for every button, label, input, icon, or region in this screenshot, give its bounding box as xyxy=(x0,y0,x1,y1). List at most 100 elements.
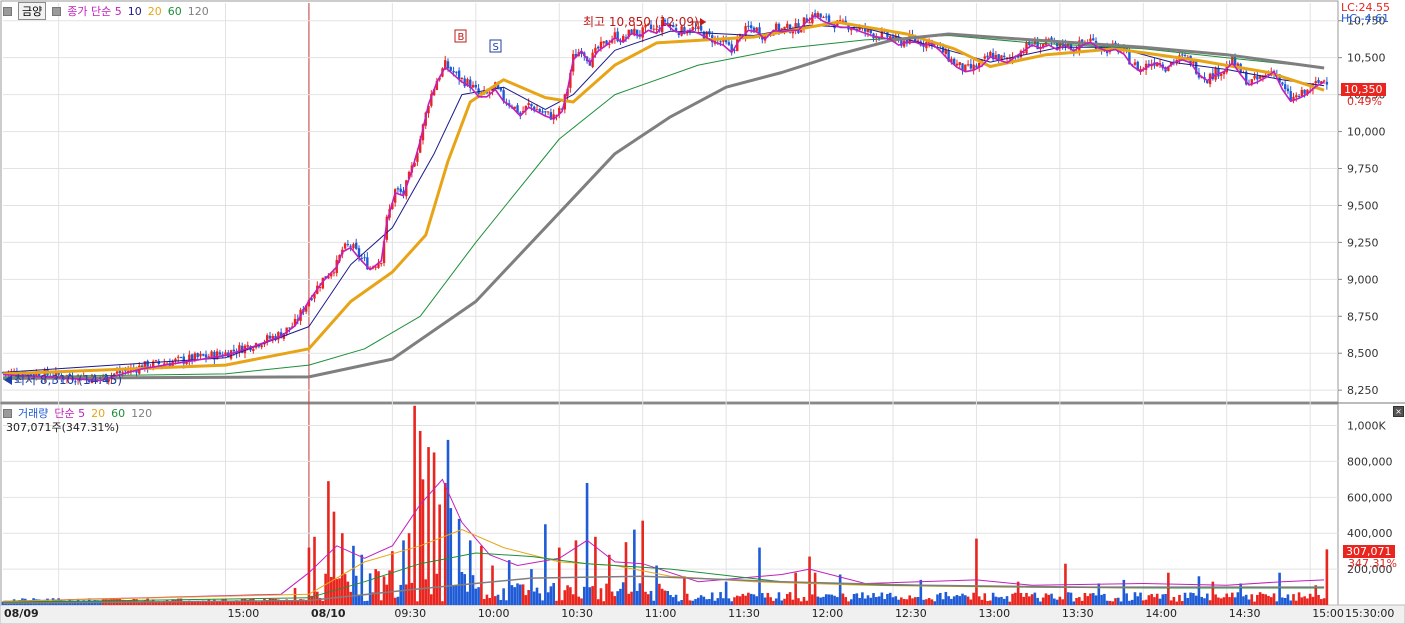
candle-body xyxy=(471,84,475,88)
volume-bar xyxy=(913,597,917,605)
ma20-legend[interactable]: 20 xyxy=(148,5,162,18)
volume-bar xyxy=(802,597,806,605)
volume-bar xyxy=(1153,597,1156,605)
candle-body xyxy=(1089,38,1092,42)
candle-body xyxy=(1322,80,1326,82)
volume-ma60-legend[interactable]: 60 xyxy=(111,407,125,420)
candle-body xyxy=(1256,76,1259,80)
volume-bar xyxy=(379,600,383,605)
volume-bar xyxy=(980,599,984,605)
volume-y-tick-label: 400,000 xyxy=(1347,527,1393,540)
price-y-tick-label: 10,000 xyxy=(1347,126,1386,139)
candle-body xyxy=(1217,68,1220,77)
sell-marker-label: S xyxy=(493,42,499,53)
volume-bar xyxy=(849,599,853,605)
candle-body xyxy=(380,263,383,265)
volume-bar xyxy=(875,597,878,605)
volume-bar xyxy=(530,569,533,605)
volume-bar xyxy=(1091,593,1095,605)
volume-bar xyxy=(1125,593,1128,605)
candle-body xyxy=(1016,57,1020,59)
volume-bar xyxy=(1019,592,1023,605)
volume-bar xyxy=(1011,593,1014,605)
volume-bar xyxy=(972,592,975,605)
volume-settings-square-icon[interactable] xyxy=(3,408,12,418)
volume-bar xyxy=(794,572,797,605)
volume-bar xyxy=(480,545,483,605)
candle-body xyxy=(288,327,291,329)
panel-close-icon[interactable]: × xyxy=(1393,406,1404,417)
volume-bar xyxy=(271,598,275,605)
settings-square-icon[interactable] xyxy=(3,6,12,16)
legend-square-icon xyxy=(52,6,62,16)
volume-ma120-legend[interactable]: 120 xyxy=(131,407,152,420)
volume-bar xyxy=(1033,592,1037,605)
volume-bar xyxy=(1114,598,1117,605)
ma10-legend[interactable]: 10 xyxy=(128,5,142,18)
volume-bar xyxy=(799,601,803,605)
volume-bar xyxy=(955,594,959,605)
price-y-tick-label: 9,500 xyxy=(1347,199,1379,212)
volume-bar xyxy=(505,600,508,605)
stock-name[interactable]: 금양 xyxy=(18,2,47,20)
candle-body xyxy=(1258,76,1262,79)
volume-bar xyxy=(1200,596,1204,605)
candle-body xyxy=(749,25,753,29)
volume-bar xyxy=(630,591,633,605)
volume-bar xyxy=(619,588,622,605)
volume-ma20-legend[interactable]: 20 xyxy=(91,407,105,420)
stock-chart-canvas[interactable]: 최고 10,850 (12:09) 최저 8,310 (14:45) B S 08/0… xyxy=(0,0,1405,624)
candle-body xyxy=(199,353,202,357)
volume-bar xyxy=(952,596,956,605)
volume-bar xyxy=(1164,593,1167,605)
volume-bar xyxy=(569,587,572,605)
volume-bar xyxy=(669,595,672,605)
candle-body xyxy=(246,345,249,347)
volume-bar xyxy=(683,576,686,605)
volume-bar xyxy=(499,600,503,605)
ma5-legend[interactable]: 종가 단순 5 xyxy=(67,3,121,19)
ma60-legend[interactable]: 60 xyxy=(168,5,182,18)
volume-bar xyxy=(466,591,469,605)
volume-bar xyxy=(1325,549,1329,605)
candle-body xyxy=(232,349,236,352)
volume-bar xyxy=(1000,596,1003,605)
x-tick-label: 09:30 xyxy=(394,607,426,620)
volume-bar xyxy=(1078,597,1081,605)
candle-body xyxy=(1192,61,1195,64)
candle-body xyxy=(210,351,213,357)
volume-bar xyxy=(519,584,522,605)
volume-bar xyxy=(399,584,403,605)
candle-body xyxy=(154,360,158,362)
volume-bar xyxy=(341,533,344,605)
candle-body xyxy=(218,352,222,355)
volume-bar xyxy=(1002,598,1006,605)
volume-bar xyxy=(1225,593,1229,605)
x-tick-label: 13:30 xyxy=(1062,607,1094,620)
volume-bar xyxy=(366,600,369,605)
volume-bar xyxy=(488,597,492,605)
x-tick-label: 14:30 xyxy=(1229,607,1261,620)
volume-bar xyxy=(557,547,561,605)
volume-bar xyxy=(274,598,277,605)
candle-body xyxy=(822,17,825,19)
candle-body xyxy=(1092,38,1095,41)
candle-body xyxy=(969,64,973,69)
volume-bar xyxy=(421,479,425,605)
volume-bar xyxy=(418,430,422,605)
volume-bar xyxy=(538,593,542,605)
volume-bar xyxy=(1014,592,1017,605)
volume-bar xyxy=(760,593,764,605)
volume-bar xyxy=(613,596,617,605)
volume-bar xyxy=(243,598,247,605)
candle-body xyxy=(827,15,831,23)
volume-bar xyxy=(797,598,800,605)
volume-bar xyxy=(549,586,553,605)
volume-bar xyxy=(374,569,377,605)
volume-bar xyxy=(1231,592,1234,605)
volume-bar xyxy=(863,598,867,605)
volume-bar xyxy=(552,582,555,605)
candle-body xyxy=(1253,75,1256,79)
ma120-legend[interactable]: 120 xyxy=(188,5,209,18)
volume-bar xyxy=(502,588,505,605)
